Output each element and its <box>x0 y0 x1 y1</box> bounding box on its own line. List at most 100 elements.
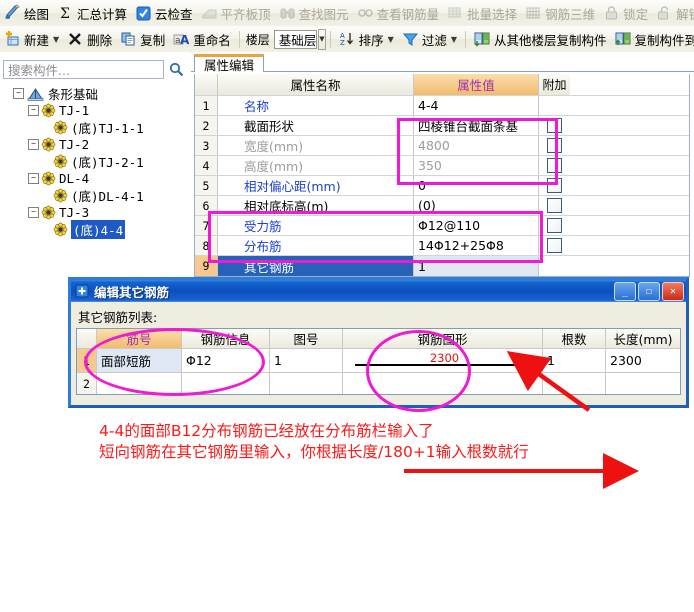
tree-node-dl4-1[interactable]: (底)DL-4-1 <box>4 187 188 204</box>
table-row[interactable]: 1 面部短筋 Φ12 1 2300 1 2300 <box>77 349 680 373</box>
attach-checkbox[interactable] <box>547 238 562 253</box>
search-icon[interactable] <box>166 60 186 80</box>
table-row[interactable]: 2 截面形状 四棱锥台截面条基 <box>195 116 689 136</box>
binoculars-icon <box>279 5 296 21</box>
attach-checkbox[interactable] <box>547 218 562 233</box>
cell-rebar-info[interactable]: Φ12 <box>182 349 270 372</box>
cell-drawing-no[interactable]: 1 <box>270 349 343 372</box>
cell-jinhao[interactable]: 面部短筋 <box>97 349 182 372</box>
minimize-button[interactable]: _ <box>614 281 636 301</box>
cell-rebar-shape[interactable] <box>343 373 543 394</box>
tab-label: 属性编辑 <box>204 58 255 73</box>
attach-checkbox[interactable] <box>547 118 562 133</box>
table-row[interactable]: 7 受力筋 Φ12@110 <box>195 216 689 236</box>
toolbar-button-lock[interactable]: 锁定 <box>600 2 651 24</box>
row-property-value[interactable]: 4800 <box>414 136 539 155</box>
toolbar-button-sort[interactable]: A Z 排序 ▼ <box>336 28 397 50</box>
floor-select[interactable]: 基础层 <box>273 29 318 49</box>
attach-checkbox[interactable] <box>547 158 562 173</box>
row-index: 4 <box>195 156 218 175</box>
toolbar-button-summary-calc[interactable]: Σ 汇总计算 <box>54 2 130 24</box>
toolbar-label: 从其他楼层复制构件 <box>493 32 607 48</box>
toolbar-button-rename[interactable]: a A 重命名 <box>170 28 234 50</box>
toolbar-button-rebar-3d[interactable]: 钢筋三维 <box>522 2 598 24</box>
cell-jinhao[interactable] <box>97 373 182 394</box>
floor-select-value: 基础层 <box>278 32 317 48</box>
toolbar-button-filter[interactable]: 过滤 ▼ <box>399 28 460 50</box>
table-row-selected[interactable]: 9 其它钢筋 1 <box>195 256 689 276</box>
toolbar-button-view-rebar-qty[interactable]: 查看钢筋量 <box>354 2 443 24</box>
flower-icon <box>41 205 56 220</box>
other-rebar-table[interactable]: 筋号 钢筋信息 图号 钢筋图形 根数 长度(mm) 1 面部短筋 Φ12 1 2… <box>76 328 681 395</box>
toolbar-button-copy-to-other-floor[interactable]: 复制构件到其他 <box>612 28 694 50</box>
attach-checkbox[interactable] <box>547 178 562 193</box>
table-row[interactable]: 2 <box>77 373 680 394</box>
table-row[interactable]: 3 宽度(mm) 4800 <box>195 136 689 156</box>
cell-rebar-shape[interactable]: 2300 <box>343 349 543 372</box>
close-button[interactable]: ✕ <box>662 281 684 301</box>
attach-checkbox[interactable] <box>547 198 562 213</box>
cell-length[interactable]: 2300 <box>606 349 680 372</box>
table-row[interactable]: 1 名称 4-4 <box>195 96 689 116</box>
flower-icon <box>41 171 56 186</box>
cell-count[interactable]: 1 <box>543 349 606 372</box>
cell-rebar-info[interactable] <box>182 373 270 394</box>
chevron-down-icon: ▼ <box>319 35 325 43</box>
row-property-value[interactable]: 14Φ12+25Φ8 <box>414 236 539 255</box>
toolbar-button-copy-from-other-floor[interactable]: 从其他楼层复制构件 <box>471 28 610 50</box>
toolbar-button-delete[interactable]: 删除 <box>64 28 115 50</box>
cell-length[interactable] <box>606 373 680 394</box>
toolbar-button-cloud-check[interactable]: 云检查 <box>132 2 196 24</box>
row-property-value[interactable]: Φ12@110 <box>414 216 539 235</box>
tree-expander-minus-icon[interactable]: − <box>13 88 24 99</box>
row-property-value[interactable]: 0 <box>414 176 539 195</box>
row-property-value[interactable]: 4-4 <box>414 96 539 115</box>
dialog-title-bar[interactable]: 编辑其它钢筋 _ ☐ ✕ <box>71 280 686 302</box>
toolbar-button-find-element[interactable]: 查找图元 <box>276 2 352 24</box>
table-row[interactable]: 4 高度(mm) 350 <box>195 156 689 176</box>
cell-count[interactable] <box>543 373 606 394</box>
tree-expander-minus-icon[interactable]: − <box>28 139 39 150</box>
table-row[interactable]: 5 相对偏心距(mm) 0 <box>195 176 689 196</box>
tab-property-editor[interactable]: 属性编辑 <box>194 54 265 73</box>
tree-node-root[interactable]: − 条形基础 <box>4 85 188 102</box>
tree-node-tj1-1[interactable]: (底)TJ-1-1 <box>4 119 188 136</box>
row-property-value[interactable]: 350 <box>414 156 539 175</box>
cell-drawing-no[interactable] <box>270 373 343 394</box>
tree-node-dl4[interactable]: − DL-4 <box>4 170 188 187</box>
rebar-dialog-icon <box>75 284 89 298</box>
chevron-down-icon[interactable]: ▼ <box>53 35 59 44</box>
tree-expander-minus-icon[interactable]: − <box>28 207 39 218</box>
table-row[interactable]: 6 相对底标高(m) (0) <box>195 196 689 216</box>
tree-node-4-4-selected[interactable]: (底)4-4 <box>4 220 188 239</box>
toolbar-button-align-slab-top[interactable]: 平齐板顶 <box>198 2 274 24</box>
tree-expander-minus-icon[interactable]: − <box>28 105 39 116</box>
floor-select-dropdown-button[interactable]: ▼ <box>318 28 326 50</box>
tree-node-tj2-1[interactable]: (底)TJ-2-1 <box>4 153 188 170</box>
toolbar-button-unlock[interactable]: 解锁 <box>653 2 694 24</box>
row-property-value[interactable]: (0) <box>414 196 539 215</box>
chevron-down-icon[interactable]: ▼ <box>388 35 394 44</box>
property-grid[interactable]: 属性名称 属性值 附加 1 名称 4-4 2 截面形状 四棱锥台截面条基 3 宽… <box>194 74 690 277</box>
toolbar-button-draw[interactable]: 绘图 <box>1 2 52 24</box>
toolbar-label: 复制 <box>140 32 166 48</box>
tree-node-tj1[interactable]: − TJ-1 <box>4 102 188 119</box>
chevron-down-icon[interactable]: ▼ <box>451 35 457 44</box>
row-property-value[interactable]: 四棱锥台截面条基 <box>414 116 539 135</box>
toolbar-button-batch-select[interactable]: 批量选择 <box>444 2 520 24</box>
toolbar-label: 复制构件到其他 <box>634 32 694 48</box>
sort-az-icon: A Z <box>339 31 356 47</box>
table-row[interactable]: 8 分布筋 14Φ12+25Φ8 <box>195 236 689 256</box>
attach-checkbox[interactable] <box>547 138 562 153</box>
tree-expander-minus-icon[interactable]: − <box>28 173 39 184</box>
toolbar-button-new[interactable]: 新建 ▼ <box>1 28 62 50</box>
tree-node-tj2[interactable]: − TJ-2 <box>4 136 188 153</box>
search-input[interactable]: 搜索构件... <box>3 60 164 79</box>
maximize-button[interactable]: ☐ <box>638 281 660 301</box>
row-attach-cell <box>539 236 570 255</box>
row-attach-cell <box>539 116 570 135</box>
row-property-value[interactable]: 1 <box>414 256 539 276</box>
toolbar-button-copy[interactable]: 复制 <box>117 28 168 50</box>
toolbar-label: 批量选择 <box>467 6 518 22</box>
tree-node-tj3[interactable]: − TJ-3 <box>4 204 188 221</box>
